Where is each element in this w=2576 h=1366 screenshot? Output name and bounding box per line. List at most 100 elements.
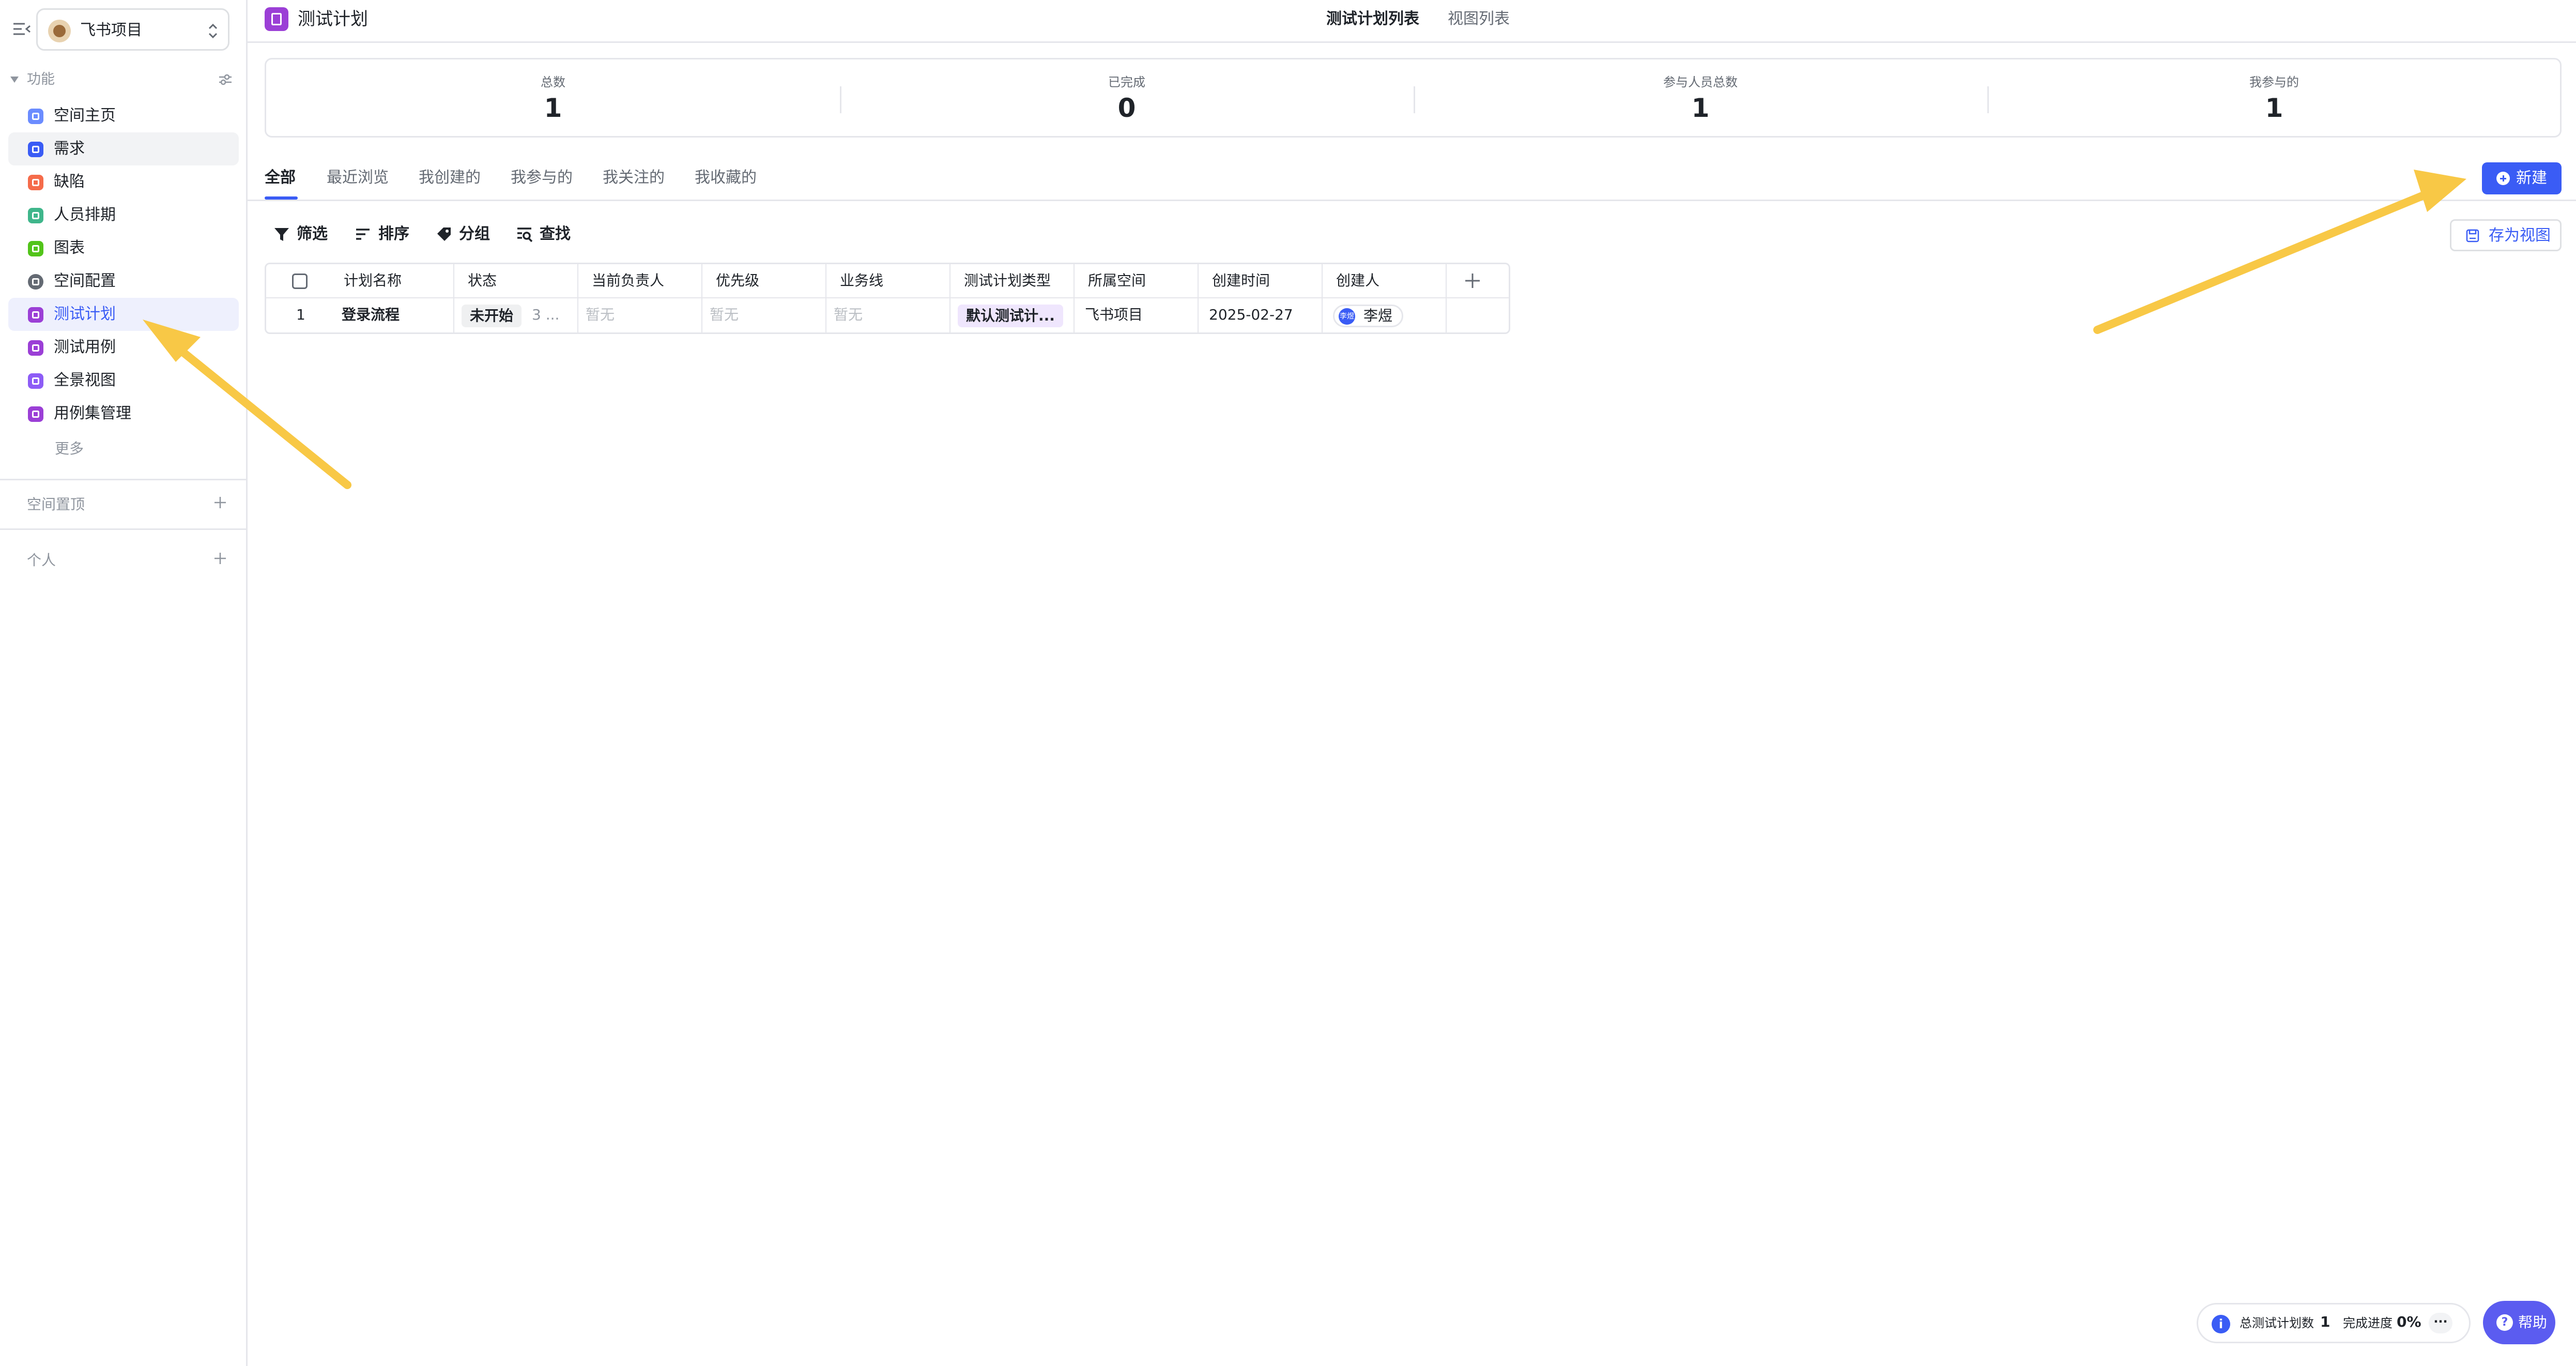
stat-value: 1 (544, 93, 562, 123)
add-personal-icon[interactable] (213, 551, 227, 566)
sidebar-item-staff-schedule[interactable]: 人员排期 (8, 199, 239, 232)
save-icon (2466, 229, 2479, 242)
column-header-creator[interactable]: 创建人 (1336, 264, 1379, 297)
sidebar-item-label: 空间主页 (54, 107, 116, 125)
column-header-owner[interactable]: 当前负责人 (592, 264, 664, 297)
column-divider (1446, 264, 1447, 332)
sidebar-item-case-set-management[interactable]: 用例集管理 (8, 397, 239, 430)
group-label: 分组 (459, 225, 490, 243)
plan-name-cell[interactable]: 登录流程 (342, 297, 400, 332)
creator-chip[interactable]: 李煜 李煜 (1333, 305, 1404, 327)
column-header-business-line[interactable]: 业务线 (840, 264, 883, 297)
sidebar-item-test-plan[interactable]: 测试计划 (8, 298, 239, 331)
column-divider (577, 264, 578, 332)
select-all-checkbox[interactable] (292, 274, 308, 289)
creator-name: 李煜 (1363, 307, 1393, 324)
add-column-icon[interactable] (1463, 271, 1482, 290)
progress-value: 0% (2397, 1313, 2421, 1330)
save-as-view-button[interactable]: 存为视图 (2450, 219, 2562, 251)
find-icon (517, 227, 533, 242)
sidebar-item-requirements[interactable]: 需求 (8, 132, 239, 165)
row-index: 1 (296, 306, 305, 323)
sidebar-item-space-home[interactable]: 空间主页 (8, 99, 239, 132)
caret-down-icon (10, 77, 19, 83)
help-button[interactable]: ? 帮助 (2483, 1301, 2555, 1344)
save-as-view-label: 存为视图 (2489, 226, 2551, 245)
question-icon: ? (2496, 1314, 2513, 1331)
test-plan-icon (265, 7, 288, 31)
column-divider (949, 264, 950, 332)
sidebar-more-link[interactable]: 更多 (55, 437, 84, 458)
column-divider (825, 264, 826, 332)
sidebar-item-test-case[interactable]: 测试用例 (8, 331, 239, 364)
plan-type-badge[interactable]: 默认测试计... (958, 305, 1063, 327)
test-case-icon (28, 340, 43, 356)
stat-my-participation: 我参与的 1 (1987, 59, 2561, 136)
sidebar-item-bugs[interactable]: 缺陷 (8, 165, 239, 199)
tab-all[interactable]: 全部 (265, 168, 296, 188)
tab-test-plan-list[interactable]: 测试计划列表 (1326, 8, 1419, 30)
schedule-icon (28, 208, 43, 223)
business-line-cell[interactable]: 暂无 (834, 297, 863, 332)
priority-cell[interactable]: 暂无 (710, 297, 739, 332)
column-header-priority[interactable]: 优先级 (716, 264, 759, 297)
help-label: 帮助 (2518, 1314, 2548, 1331)
column-header-name[interactable]: 计划名称 (344, 264, 402, 297)
stat-label: 参与人员总数 (1663, 75, 1738, 89)
avatar: 李煜 (1339, 308, 1355, 325)
sidebar-item-label: 测试计划 (54, 305, 116, 323)
column-divider (1074, 264, 1075, 332)
tab-participated[interactable]: 我参与的 (511, 168, 573, 188)
sidebar-item-space-settings[interactable]: 空间配置 (8, 265, 239, 298)
plan-summary-bar: i 总测试计划数 1 完成进度 0% ··· (2197, 1303, 2471, 1343)
sidebar-item-label: 空间配置 (54, 272, 116, 290)
stats-panel: 总数 1 已完成 0 参与人员总数 1 我参与的 1 (265, 58, 2562, 138)
owner-cell[interactable]: 暂无 (586, 297, 615, 332)
collapse-sidebar-icon[interactable] (11, 20, 32, 40)
project-selector[interactable]: 飞书项目 (36, 8, 229, 51)
filter-label: 筛选 (297, 225, 328, 243)
funnel-icon (274, 228, 289, 241)
annotation-overlay (143, 170, 2466, 489)
stat-value: 1 (2265, 93, 2283, 123)
new-button[interactable]: 新建 (2482, 162, 2562, 194)
sidebar-divider (0, 528, 246, 530)
add-pinned-icon[interactable] (213, 495, 227, 510)
adjust-icon[interactable] (218, 72, 233, 87)
personal-label: 个人 (27, 552, 56, 569)
tab-created-by-me[interactable]: 我创建的 (419, 168, 481, 188)
stat-label: 我参与的 (2249, 75, 2299, 89)
test-plan-table: 计划名称 状态 当前负责人 优先级 业务线 测试计划类型 所属空间 创建时间 创… (265, 263, 1510, 334)
page-header: 测试计划 测试计划列表 视图列表 (247, 0, 2576, 43)
sort-label: 排序 (378, 225, 409, 243)
stat-value: 1 (1691, 93, 1710, 123)
column-header-space[interactable]: 所属空间 (1088, 264, 1146, 297)
tabs-divider (247, 200, 2576, 201)
info-icon: i (2212, 1315, 2230, 1333)
sidebar-item-panorama-view[interactable]: 全景视图 (8, 364, 239, 397)
section-features-header[interactable]: 功能 (10, 69, 233, 90)
column-header-created-at[interactable]: 创建时间 (1212, 264, 1270, 297)
status-extra: 3 ... (532, 306, 560, 323)
sidebar-item-charts[interactable]: 图表 (8, 232, 239, 265)
settings-icon (28, 274, 43, 290)
column-divider (1322, 264, 1323, 332)
status-badge[interactable]: 未开始 (462, 305, 522, 327)
chart-icon (28, 241, 43, 256)
tab-view-list[interactable]: 视图列表 (1448, 8, 1510, 30)
column-header-status[interactable]: 状态 (468, 264, 497, 297)
column-header-plan-type[interactable]: 测试计划类型 (964, 264, 1051, 297)
sidebar-item-label: 人员排期 (54, 206, 116, 224)
active-tab-indicator (265, 196, 298, 200)
tab-favorited[interactable]: 我收藏的 (695, 168, 757, 188)
space-cell: 飞书项目 (1085, 306, 1143, 323)
test-plan-icon (28, 307, 43, 323)
stat-completed: 已完成 0 (840, 59, 1414, 136)
new-button-label: 新建 (2516, 169, 2547, 187)
project-avatar (48, 20, 71, 42)
more-options-button[interactable]: ··· (2429, 1313, 2452, 1333)
tab-recent[interactable]: 最近浏览 (327, 168, 389, 188)
page-title: 测试计划 (298, 9, 368, 29)
tab-followed[interactable]: 我关注的 (603, 168, 665, 188)
case-set-icon (28, 406, 43, 422)
